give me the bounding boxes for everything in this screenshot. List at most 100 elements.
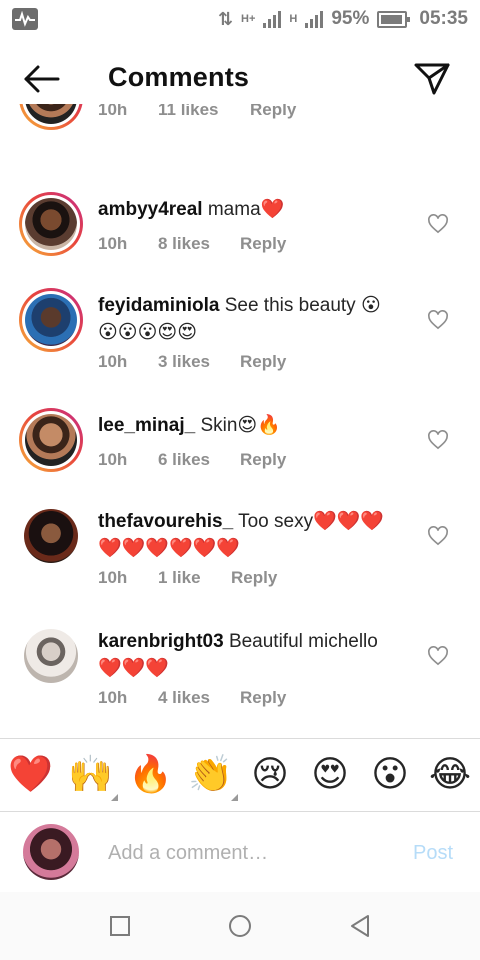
comment-meta: 10h 11 likes Reply (98, 104, 296, 120)
comment-likes[interactable]: 1 like (158, 568, 231, 588)
like-button[interactable] (427, 646, 449, 666)
comment-likes[interactable]: 11 likes (158, 104, 250, 120)
comment-likes[interactable]: 4 likes (158, 688, 240, 708)
emoji-laughing-button[interactable]: 😂 (428, 753, 472, 797)
paper-plane-icon (414, 63, 450, 95)
battery-icon (377, 10, 411, 28)
comment-time: 10h (98, 234, 128, 253)
post-button[interactable]: Post (413, 842, 453, 865)
signal-icon (263, 10, 282, 28)
comment-item: thefavourehis_ Too sexy❤️❤️❤️ ❤️❤️❤️❤️❤️… (0, 504, 480, 624)
recents-button[interactable] (104, 910, 136, 942)
back-button[interactable] (22, 64, 62, 94)
circle-icon (229, 915, 251, 937)
comment-likes[interactable]: 8 likes (158, 234, 240, 254)
avatar[interactable] (19, 288, 83, 352)
network-type-2: H (289, 13, 298, 25)
reply-button[interactable]: Reply (240, 450, 286, 470)
reply-button[interactable]: Reply (240, 352, 286, 372)
comment-composer: Post (0, 812, 480, 892)
comment-time: 10h (98, 450, 128, 469)
like-button[interactable] (427, 310, 449, 330)
avatar[interactable] (19, 504, 83, 568)
comment-item: 😍😍😍😍 10h 11 likes Reply (0, 104, 480, 166)
emoji-heart-button[interactable]: ❤️ (8, 753, 53, 797)
comment-text: feyidaminiola See this beauty 😮 😮😮😮😍😍 (98, 293, 408, 346)
battery-percent: 95% (331, 8, 370, 29)
emoji-clap-button[interactable]: 👏 (188, 753, 238, 801)
header: Comments (0, 52, 480, 104)
comment-time: 10h (98, 568, 128, 587)
reply-button[interactable]: Reply (240, 234, 286, 254)
comment-likes[interactable]: 3 likes (158, 352, 240, 372)
comment-username[interactable]: feyidaminiola (98, 295, 219, 316)
share-button[interactable] (412, 60, 452, 96)
comment-item: lee_minaj_ Skin😍🔥 10h 6 likes Reply (0, 408, 480, 508)
comment-body: Too sexy❤️❤️❤️ (238, 511, 385, 532)
back-nav-button[interactable] (344, 910, 376, 942)
emoji-raised-hands-button[interactable]: 🙌 (68, 753, 118, 801)
heart-outline-icon (428, 430, 448, 450)
comment-meta: 10h 6 likes Reply (98, 450, 286, 470)
reply-button[interactable]: Reply (231, 568, 277, 588)
arrow-left-icon (24, 65, 60, 93)
comment-text: thefavourehis_ Too sexy❤️❤️❤️ ❤️❤️❤️❤️❤️… (98, 509, 408, 562)
emoji-fire-button[interactable]: 🔥 (128, 753, 173, 797)
comment-meta: 10h 4 likes Reply (98, 688, 286, 708)
emoji-heart-eyes-button[interactable]: 😍 (308, 753, 352, 797)
comment-body-line2: ❤️❤️❤️ (98, 657, 169, 679)
comment-username[interactable]: ambyy4real (98, 199, 203, 220)
signal-icon-2 (305, 10, 324, 28)
clock: 05:35 (419, 8, 468, 29)
home-button[interactable] (224, 910, 256, 942)
emoji-raised-hands: 🙌 (68, 754, 113, 795)
comment-item: karenbright03 Beautiful michello ❤️❤️❤️ … (0, 624, 480, 738)
comment-body: mama❤️ (207, 199, 285, 220)
like-button[interactable] (427, 214, 449, 234)
emoji-crying-button[interactable]: 😢 (248, 753, 292, 797)
comment-meta: 10h 8 likes Reply (98, 234, 286, 254)
like-button[interactable] (427, 430, 449, 450)
comment-text: karenbright03 Beautiful michello ❤️❤️❤️ (98, 629, 408, 682)
my-avatar (23, 824, 79, 880)
emoji-clap: 👏 (188, 754, 233, 795)
comment-body-line2: ❤️❤️❤️❤️❤️❤️ (98, 537, 240, 559)
skin-tone-indicator (111, 794, 118, 801)
heart-outline-icon (428, 526, 448, 546)
comment-meta: 10h 1 like Reply (98, 568, 277, 588)
comment-time: 10h (98, 104, 128, 119)
comment-body: Skin😍🔥 (200, 415, 281, 436)
comment-text: lee_minaj_ Skin😍🔥 (98, 413, 408, 439)
emoji-surprised-button[interactable]: 😮 (368, 753, 412, 797)
data-transfer-icon: ⇅ (217, 8, 234, 29)
network-type-1: H+ (241, 13, 256, 25)
skin-tone-indicator (231, 794, 238, 801)
comment-item: feyidaminiola See this beauty 😮 😮😮😮😍😍 10… (0, 288, 480, 408)
emoji-quick-bar: ❤️ 🙌 🔥 👏 😢 😍 😮 😂 (0, 738, 480, 812)
comment-username[interactable]: lee_minaj_ (98, 415, 195, 436)
comment-time: 10h (98, 352, 128, 371)
comment-username[interactable]: karenbright03 (98, 631, 224, 652)
avatar[interactable] (19, 408, 83, 472)
comment-text: ambyy4real mama❤️ (98, 197, 408, 223)
reply-button[interactable]: Reply (250, 104, 296, 120)
square-icon (110, 916, 130, 936)
comment-input[interactable] (108, 838, 398, 868)
status-bar: ⇅ H+ H 95% 05:35 (0, 0, 480, 38)
avatar[interactable] (19, 192, 83, 256)
avatar[interactable] (19, 104, 83, 130)
system-nav-bar (0, 892, 480, 960)
heart-outline-icon (428, 646, 448, 666)
heart-outline-icon (428, 214, 448, 234)
triangle-back-icon (351, 915, 369, 937)
avatar[interactable] (19, 624, 83, 688)
page-title: Comments (108, 62, 250, 92)
comments-list[interactable]: 😍😍😍😍 10h 11 likes Reply ambyy4real mama❤… (0, 104, 480, 738)
comment-item: ambyy4real mama❤️ 10h 8 likes Reply (0, 192, 480, 292)
like-button[interactable] (427, 526, 449, 546)
comment-body: See this beauty 😮 (224, 295, 381, 316)
reply-button[interactable]: Reply (240, 688, 286, 708)
comment-likes[interactable]: 6 likes (158, 450, 240, 470)
comment-username[interactable]: thefavourehis_ (98, 511, 233, 532)
heart-outline-icon (428, 310, 448, 330)
